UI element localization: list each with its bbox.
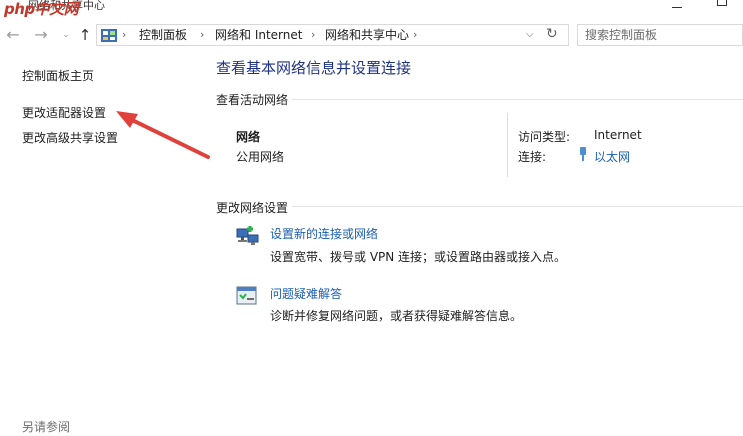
troubleshoot-icon: [236, 286, 257, 305]
setup-new-connection-link[interactable]: 设置新的连接或网络: [270, 225, 378, 242]
ethernet-connection-link[interactable]: 以太网: [594, 148, 630, 165]
annotation-arrow-icon: [116, 111, 210, 159]
search-input[interactable]: [585, 27, 735, 43]
breadcrumb-separator-icon: ›: [200, 28, 205, 41]
maximize-button[interactable]: [705, 0, 735, 10]
breadcrumb-separator-icon: ›: [413, 28, 418, 41]
navigation-bar: ← → ⌄ ↑ › 控制面板 › 网络和 Internet › 网络和共享中心 …: [0, 20, 743, 50]
title-bar: 网络和共享中心 php中文网: [0, 0, 743, 18]
forward-arrow-icon[interactable]: →: [30, 20, 52, 50]
breadcrumb-control-panel[interactable]: 控制面板: [139, 27, 187, 43]
ethernet-icon: [580, 147, 586, 161]
page-title: 查看基本网络信息并设置连接: [216, 59, 412, 77]
sidebar-item-control-panel-home[interactable]: 控制面板主页: [22, 67, 94, 84]
breadcrumb-network-sharing-center[interactable]: 网络和共享中心: [325, 27, 409, 43]
refresh-icon[interactable]: ↻: [546, 25, 558, 44]
sidebar-item-change-adapter-settings[interactable]: 更改适配器设置: [22, 104, 106, 121]
breadcrumb-separator-icon: ›: [122, 28, 127, 41]
section-divider: [292, 206, 743, 207]
up-arrow-icon[interactable]: ↑: [74, 20, 96, 50]
vertical-divider: [507, 113, 508, 177]
access-type-label: 访问类型:: [518, 130, 571, 144]
address-dropdown-chevron-icon[interactable]: ⌵: [526, 27, 534, 43]
breadcrumb-network-internet[interactable]: 网络和 Internet: [215, 27, 302, 43]
active-networks-heading: 查看活动网络: [216, 93, 289, 107]
search-box[interactable]: [577, 24, 743, 46]
troubleshoot-description: 诊断并修复网络问题，或者获得疑难解答信息。: [270, 309, 523, 323]
change-network-settings-heading: 更改网络设置: [216, 201, 289, 215]
connections-label: 连接:: [518, 150, 547, 164]
troubleshoot-problems-link[interactable]: 问题疑难解答: [270, 285, 342, 302]
minimize-button[interactable]: [660, 0, 690, 14]
address-bar[interactable]: › 控制面板 › 网络和 Internet › 网络和共享中心 › ⌵ ↻: [96, 24, 569, 46]
breadcrumb-separator-icon: ›: [311, 28, 316, 41]
section-divider: [292, 99, 743, 100]
network-name: 网络: [236, 130, 261, 144]
network-setup-icon: [236, 226, 259, 245]
back-arrow-icon[interactable]: ←: [2, 20, 24, 50]
control-panel-icon: [101, 29, 117, 42]
see-also-heading: 另请参阅: [22, 420, 71, 434]
access-type-value: Internet: [594, 128, 642, 142]
watermark-logo: php中文网: [4, 0, 79, 18]
network-type: 公用网络: [236, 150, 285, 164]
setup-new-connection-description: 设置宽带、拨号或 VPN 连接；或设置路由器或接入点。: [270, 250, 567, 264]
